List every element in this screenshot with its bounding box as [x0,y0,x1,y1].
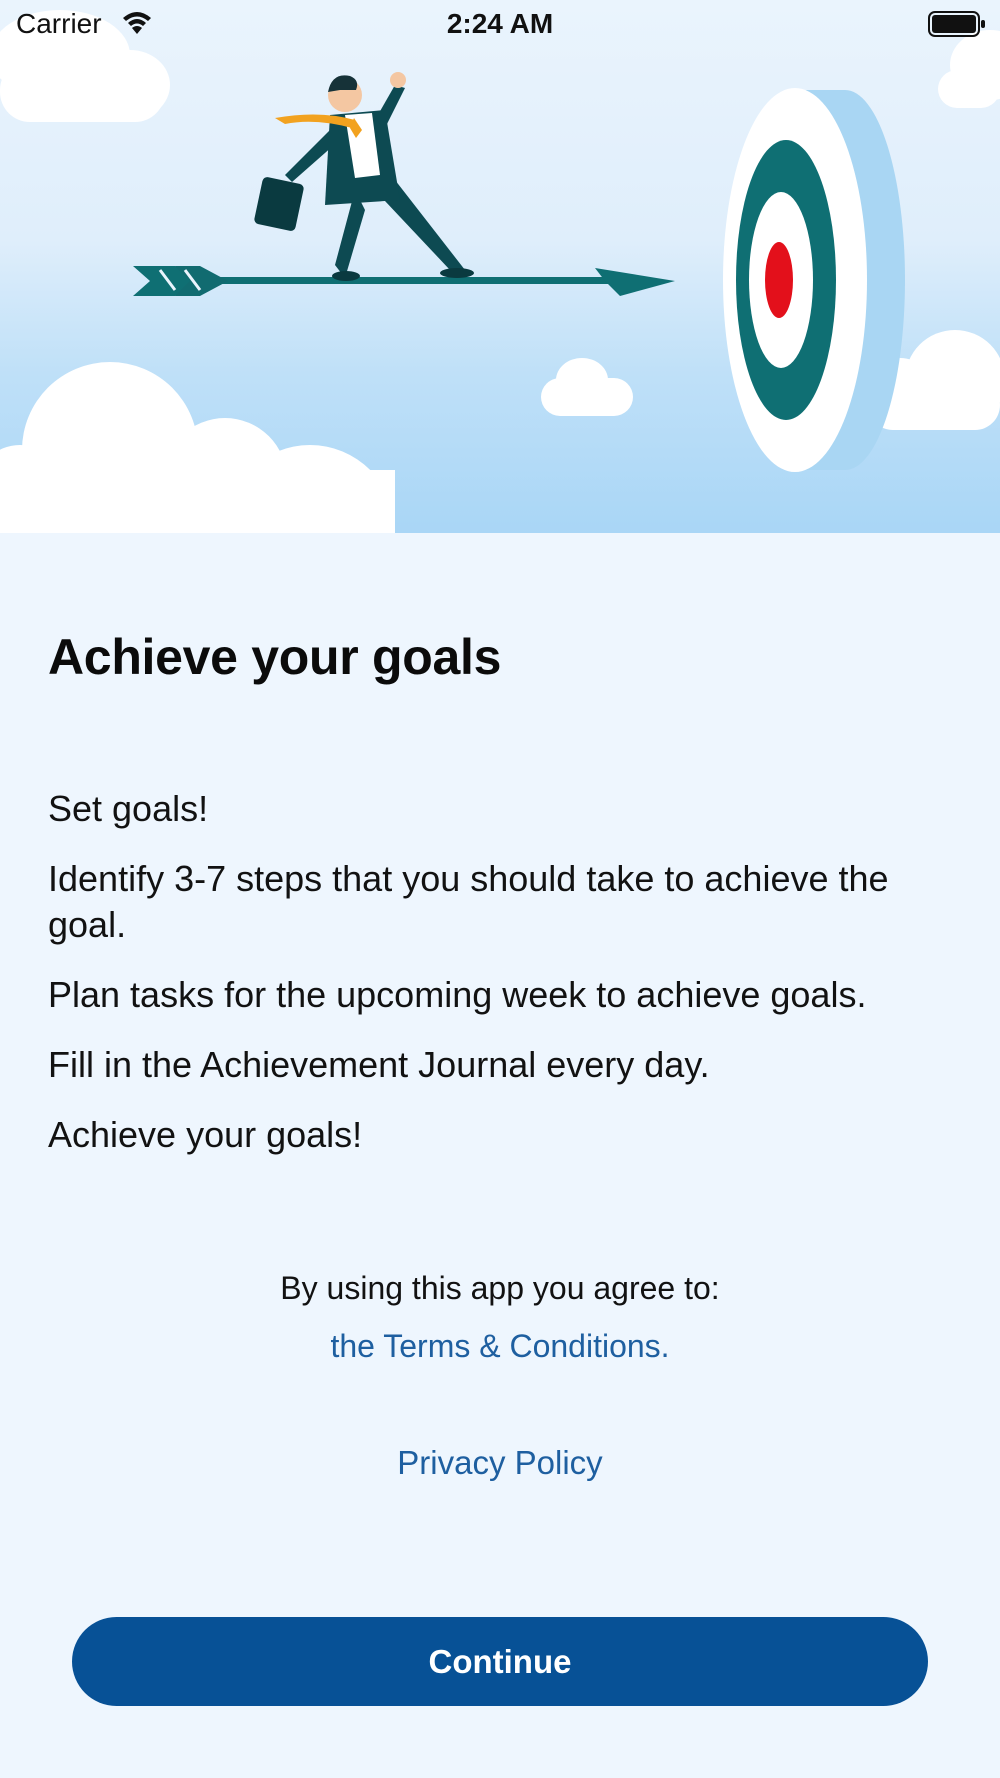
privacy-policy-link[interactable]: Privacy Policy [0,1444,1000,1482]
status-time: 2:24 AM [446,8,554,39]
list-item: Set goals! [48,788,209,829]
continue-button[interactable]: Continue [72,1617,928,1706]
agreement-text: By using this app you agree to: [280,1270,720,1306]
page-title: Achieve your goals [48,629,502,685]
list-item: Identify 3-7 steps that you should take … [48,858,889,945]
status-bar: Carrier 2:24 AM [0,0,1000,50]
businessman [254,72,474,281]
onboarding-screen: Carrier 2:24 AM Achieve your goals Set g… [0,0,1000,1778]
list-item: Plan tasks for the upcoming week to achi… [48,974,867,1015]
hero-illustration [0,0,1000,533]
list-item: Achieve your goals! [48,1114,363,1155]
terms-link[interactable]: the Terms & Conditions. [0,1328,1000,1365]
goal-steps-list: Set goals! Identify 3-7 steps that you s… [48,786,968,1182]
cloud-bottom-left [0,362,395,533]
list-item: Fill in the Achievement Journal every da… [48,1044,710,1085]
arrow [133,266,675,296]
battery-icon [928,11,986,42]
hero-artwork [0,10,1000,533]
target [723,88,905,472]
cloud-small [541,358,633,416]
